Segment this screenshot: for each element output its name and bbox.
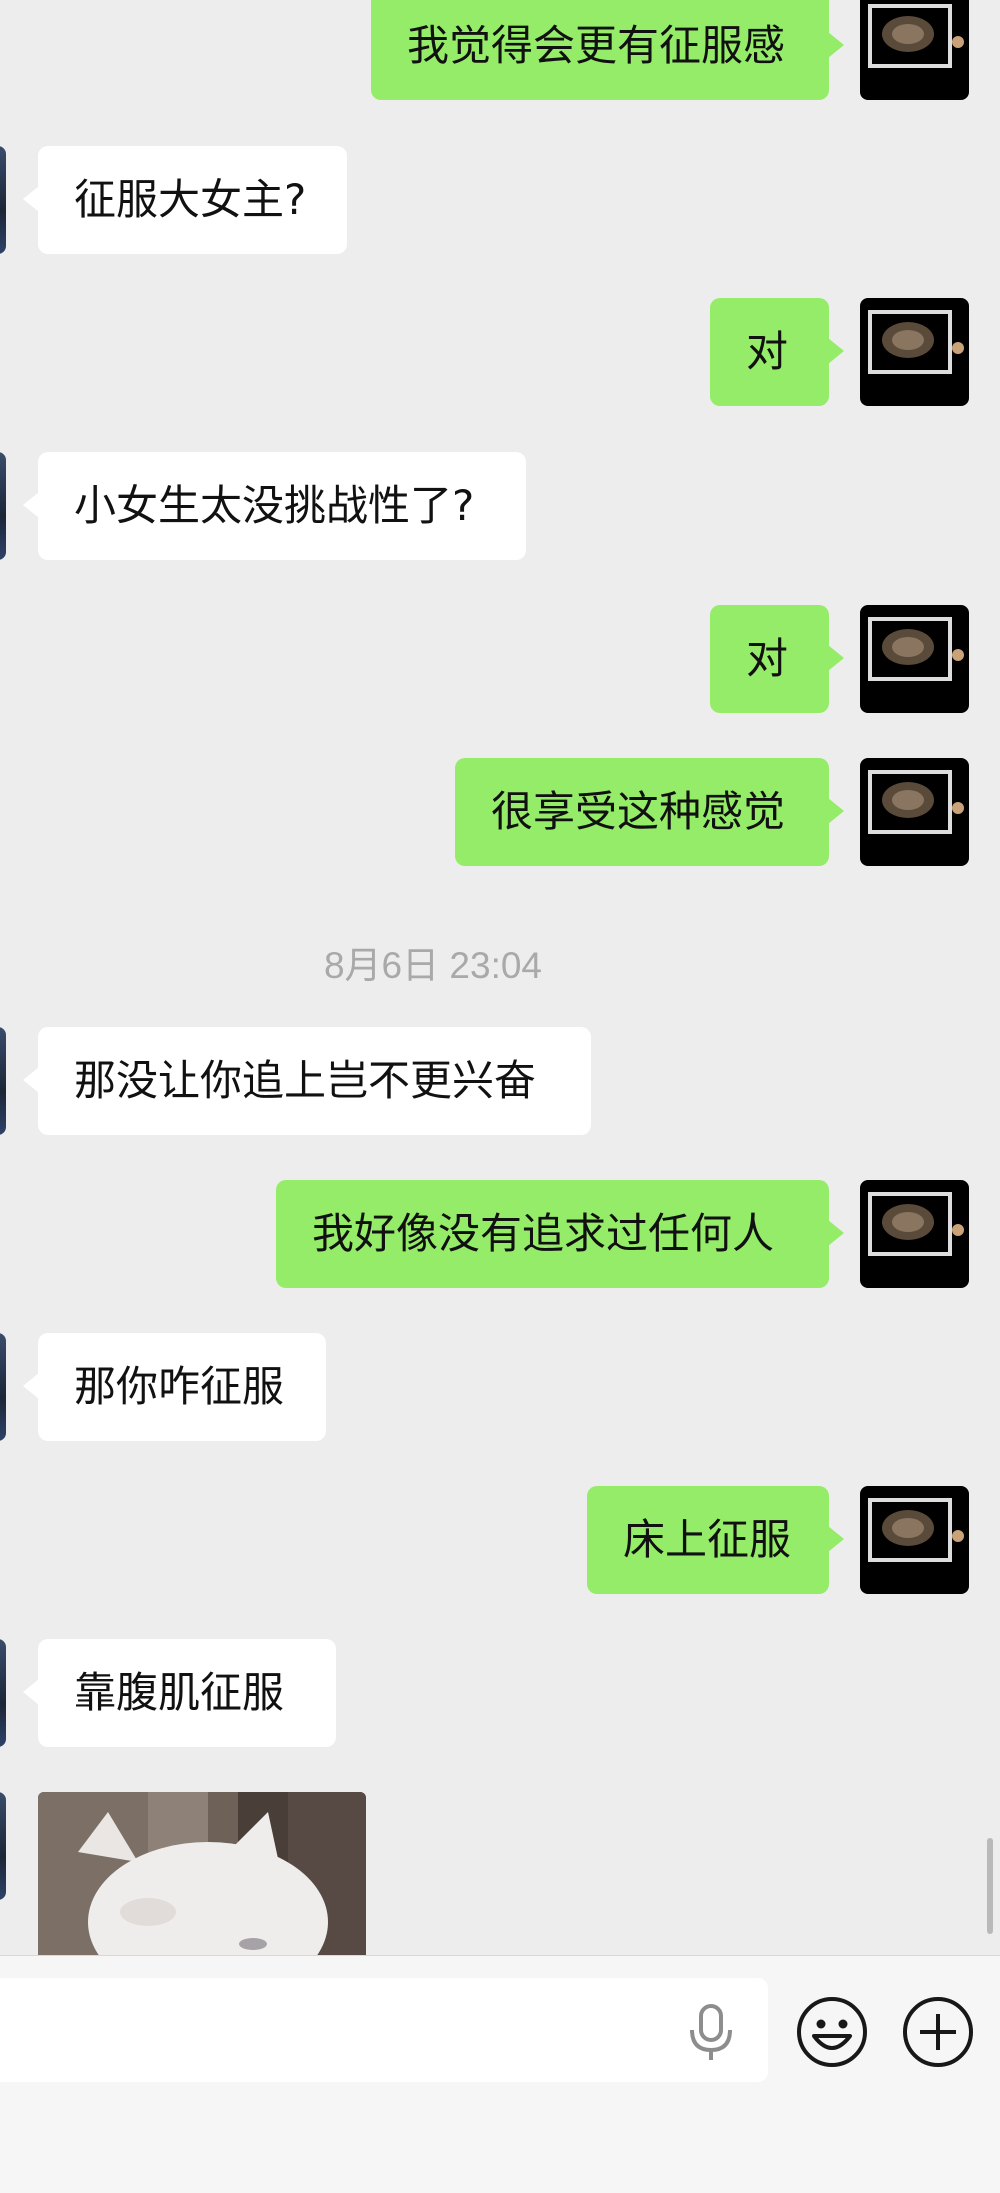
sent-bubble[interactable]: 对	[710, 298, 844, 406]
message-input[interactable]	[0, 1978, 768, 2082]
received-bubble[interactable]: 征服大女主?	[23, 146, 347, 254]
avatar-image-icon	[868, 770, 964, 834]
mic-icon[interactable]	[686, 2002, 736, 2062]
cat-photo-icon	[38, 1792, 366, 1955]
sent-bubble[interactable]: 对	[710, 605, 844, 713]
message-timestamp: 8月6日 23:04	[323, 945, 543, 986]
avatar-image-icon	[868, 4, 964, 68]
sent-bubble[interactable]: 我觉得会更有征服感	[371, 0, 844, 100]
my-avatar[interactable]	[860, 1486, 969, 1594]
my-avatar[interactable]	[860, 0, 969, 100]
avatar-image-icon	[868, 1192, 964, 1256]
sent-bubble[interactable]: 床上征服	[587, 1486, 844, 1594]
received-bubble[interactable]: 靠腹肌征服	[23, 1639, 336, 1747]
my-avatar[interactable]	[860, 758, 969, 866]
plus-icon[interactable]	[902, 1996, 974, 2068]
my-avatar[interactable]	[860, 298, 969, 406]
contact-avatar[interactable]	[0, 1027, 6, 1135]
scrollbar[interactable]	[987, 1838, 993, 1934]
received-bubble[interactable]: 那没让你追上岂不更兴奋	[23, 1027, 591, 1135]
my-avatar[interactable]	[860, 1180, 969, 1288]
emoji-icon[interactable]	[796, 1996, 868, 2068]
received-bubble[interactable]: 小女生太没挑战性了?	[23, 452, 526, 560]
image-message[interactable]	[38, 1792, 366, 1955]
chat-area: 我觉得会更有征服感 征服大女主? 对 小女生太没挑战性了? 对 很享受这种感觉 …	[0, 0, 1000, 1955]
received-bubble[interactable]: 那你咋征服	[23, 1333, 326, 1441]
contact-avatar[interactable]	[0, 146, 6, 254]
contact-avatar[interactable]	[0, 1333, 6, 1441]
avatar-image-icon	[868, 1498, 964, 1562]
sent-bubble[interactable]: 我好像没有追求过任何人	[276, 1180, 844, 1288]
contact-avatar[interactable]	[0, 1639, 6, 1747]
input-bar	[0, 1955, 1000, 2193]
avatar-image-icon	[868, 310, 964, 374]
contact-avatar[interactable]	[0, 452, 6, 560]
my-avatar[interactable]	[860, 605, 969, 713]
sent-bubble[interactable]: 很享受这种感觉	[455, 758, 844, 866]
contact-avatar[interactable]	[0, 1792, 6, 1900]
avatar-image-icon	[868, 617, 964, 681]
